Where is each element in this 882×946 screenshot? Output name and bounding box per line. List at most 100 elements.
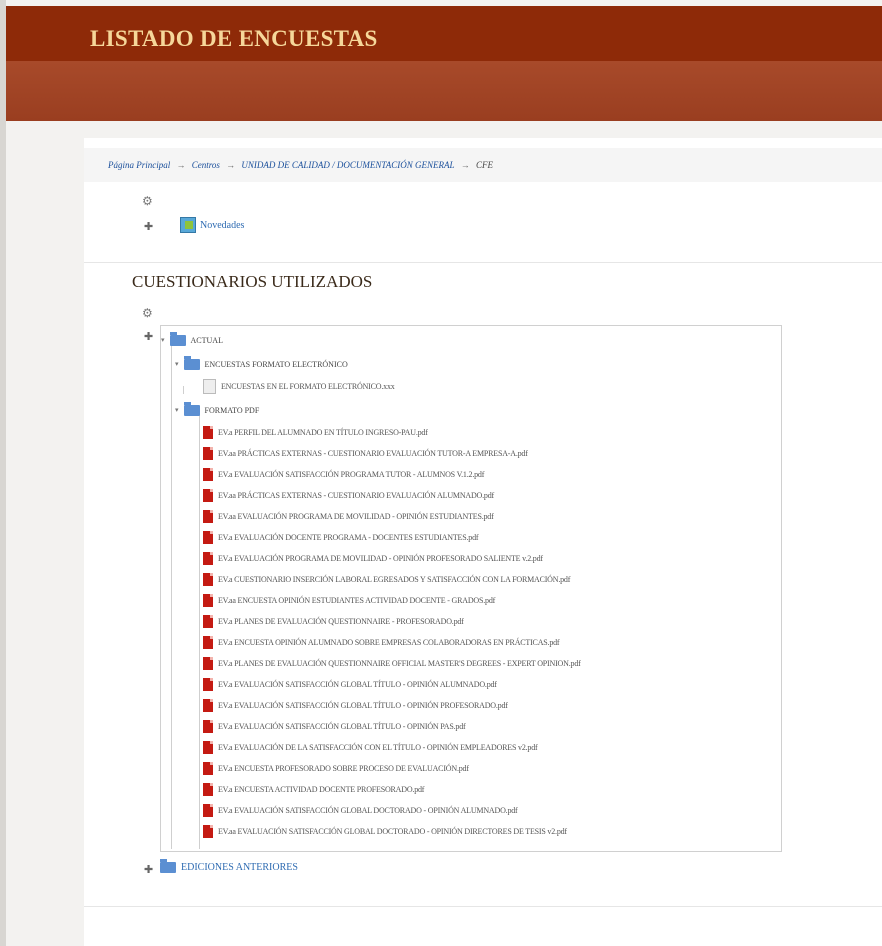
section-divider xyxy=(84,906,882,907)
tree-file[interactable]: EV.a CUESTIONARIO INSERCIÓN LABORAL EGRE… xyxy=(203,571,570,587)
file-label: EV.aa EVALUACIÓN PROGRAMA DE MOVILIDAD -… xyxy=(218,511,494,521)
page-header: LISTADO DE ENCUESTAS xyxy=(6,6,882,61)
tree-file[interactable]: EV.aa PRÁCTICAS EXTERNAS - CUESTIONARIO … xyxy=(203,487,494,503)
document-icon xyxy=(203,378,216,394)
file-label: EV.a CUESTIONARIO INSERCIÓN LABORAL EGRE… xyxy=(218,574,571,584)
tree-file[interactable]: EV.a EVALUACIÓN DOCENTE PROGRAMA - DOCEN… xyxy=(203,529,479,545)
tree-file[interactable]: EV.aa EVALUACIÓN PROGRAMA DE MOVILIDAD -… xyxy=(203,508,494,524)
breadcrumb-unidad[interactable]: UNIDAD DE CALIDAD / DOCUMENTACIÓN GENERA… xyxy=(241,160,454,170)
folder-icon xyxy=(160,859,176,873)
breadcrumb-current: CFE xyxy=(476,160,493,170)
file-label: EV.a EVALUACIÓN SATISFACCIÓN GLOBAL DOCT… xyxy=(218,805,518,815)
breadcrumb-separator: → xyxy=(226,160,236,170)
pdf-icon xyxy=(203,530,213,544)
collapse-icon[interactable]: ▾ xyxy=(161,336,165,344)
pdf-icon xyxy=(203,698,213,712)
section-divider xyxy=(84,262,882,263)
breadcrumb-separator: → xyxy=(460,160,470,170)
gear-icon[interactable]: ⚙ xyxy=(142,194,153,208)
tree-file[interactable]: EV.a EVALUACIÓN SATISFACCIÓN GLOBAL TÍTU… xyxy=(203,676,497,692)
file-label: EV.a ENCUESTA OPINIÓN ALUMNADO SOBRE EMP… xyxy=(218,637,560,647)
tree-file[interactable]: EV.a ENCUESTA ACTIVIDAD DOCENTE PROFESOR… xyxy=(203,781,424,797)
file-label: EV.aa EVALUACIÓN SATISFACCIÓN GLOBAL DOC… xyxy=(218,826,567,836)
folder-label: ENCUESTAS FORMATO ELECTRÓNICO xyxy=(204,359,348,369)
folder-label: ACTUAL xyxy=(190,335,223,345)
gear-icon[interactable]: ⚙ xyxy=(142,306,153,320)
pdf-icon xyxy=(203,467,213,481)
pdf-icon xyxy=(203,803,213,817)
tree-file[interactable]: ENCUESTAS EN EL FORMATO ELECTRÓNICO.xxx xyxy=(203,378,395,394)
tree-line xyxy=(199,414,200,849)
tree-file[interactable]: EV.a PLANES DE EVALUACIÓN QUESTIONNAIRE … xyxy=(203,613,464,629)
tree-file[interactable]: EV.a EVALUACIÓN PROGRAMA DE MOVILIDAD - … xyxy=(203,550,543,566)
pdf-icon xyxy=(203,782,213,796)
file-label: EV.a EVALUACIÓN SATISFACCIÓN GLOBAL TÍTU… xyxy=(218,721,466,731)
tree-file[interactable]: EV.a EVALUACIÓN DE LA SATISFACCIÓN CON E… xyxy=(203,739,538,755)
tree-file[interactable]: EV.aa PRÁCTICAS EXTERNAS - CUESTIONARIO … xyxy=(203,445,528,461)
file-label: EV.a EVALUACIÓN SATISFACCIÓN GLOBAL TÍTU… xyxy=(218,679,497,689)
breadcrumb-home[interactable]: Página Principal xyxy=(108,160,170,170)
folder-icon xyxy=(169,331,186,346)
collapse-icon[interactable]: ▾ xyxy=(175,360,179,368)
file-label: EV.a ENCUESTA ACTIVIDAD DOCENTE PROFESOR… xyxy=(218,784,425,794)
tree-file[interactable]: EV.a EVALUACIÓN SATISFACCIÓN GLOBAL DOCT… xyxy=(203,802,518,818)
pdf-icon xyxy=(203,488,213,502)
ediciones-anteriores-folder[interactable]: EDICIONES ANTERIORES xyxy=(160,859,298,873)
file-label: EV.aa PRÁCTICAS EXTERNAS - CUESTIONARIO … xyxy=(218,490,494,500)
pdf-icon xyxy=(203,656,213,670)
file-label: EV.a EVALUACIÓN DE LA SATISFACCIÓN CON E… xyxy=(218,742,538,752)
tree-file[interactable]: EV.a EVALUACIÓN SATISFACCIÓN GLOBAL TÍTU… xyxy=(203,697,508,713)
pdf-icon xyxy=(203,635,213,649)
tree-subfolder[interactable]: ▾ ENCUESTAS FORMATO ELECTRÓNICO xyxy=(175,355,348,372)
forum-icon xyxy=(180,217,196,233)
pdf-icon xyxy=(203,446,213,460)
pdf-icon xyxy=(203,509,213,523)
tree-root-folder[interactable]: ▾ ACTUAL xyxy=(161,331,223,348)
move-icon[interactable]: ✚ xyxy=(144,221,153,232)
tree-file[interactable]: EV.a PERFIL DEL ALUMNADO EN TÍTULO INGRE… xyxy=(203,424,428,440)
move-icon[interactable]: ✚ xyxy=(144,864,153,875)
file-label: EV.a EVALUACIÓN SATISFACCIÓN GLOBAL TÍTU… xyxy=(218,700,508,710)
pdf-icon xyxy=(203,572,213,586)
file-label: EV.a PLANES DE EVALUACIÓN QUESTIONNAIRE … xyxy=(218,658,581,668)
pdf-icon xyxy=(203,593,213,607)
breadcrumb: Página Principal → Centros → UNIDAD DE C… xyxy=(84,148,882,182)
pdf-icon xyxy=(203,677,213,691)
page-title: LISTADO DE ENCUESTAS xyxy=(90,26,378,51)
file-label: EV.aa PRÁCTICAS EXTERNAS - CUESTIONARIO … xyxy=(218,448,528,458)
move-icon[interactable]: ✚ xyxy=(144,331,153,342)
tree-file[interactable]: EV.aa ENCUESTA OPINIÓN ESTUDIANTES ACTIV… xyxy=(203,592,495,608)
tree-file[interactable]: EV.a ENCUESTA OPINIÓN ALUMNADO SOBRE EMP… xyxy=(203,634,560,650)
tree-line xyxy=(171,344,172,849)
file-label: EV.a PERFIL DEL ALUMNADO EN TÍTULO INGRE… xyxy=(218,427,428,437)
pdf-icon xyxy=(203,614,213,628)
news-label: Novedades xyxy=(200,219,245,231)
collapse-icon[interactable]: ▾ xyxy=(175,406,179,414)
tree-subfolder[interactable]: ▾ FORMATO PDF xyxy=(175,401,260,418)
tree-file[interactable]: EV.a ENCUESTA PROFESORADO SOBRE PROCESO … xyxy=(203,760,469,776)
file-label: EV.a ENCUESTA PROFESORADO SOBRE PROCESO … xyxy=(218,763,469,773)
file-label: EV.a EVALUACIÓN PROGRAMA DE MOVILIDAD - … xyxy=(218,553,543,563)
file-label: EV.a EVALUACIÓN SATISFACCIÓN PROGRAMA TU… xyxy=(218,469,485,479)
header-subbar xyxy=(6,61,882,121)
tree-file[interactable]: EV.aa EVALUACIÓN SATISFACCIÓN GLOBAL DOC… xyxy=(203,823,567,839)
news-forum-link[interactable]: Novedades xyxy=(180,216,244,234)
folder-icon xyxy=(183,401,200,416)
folder-label: FORMATO PDF xyxy=(204,405,260,415)
file-label: ENCUESTAS EN EL FORMATO ELECTRÓNICO.xxx xyxy=(221,381,395,391)
file-label: EV.a EVALUACIÓN DOCENTE PROGRAMA - DOCEN… xyxy=(218,532,479,542)
content-panel: Página Principal → Centros → UNIDAD DE C… xyxy=(84,138,882,946)
tree-line xyxy=(183,386,184,394)
breadcrumb-separator: → xyxy=(176,160,186,170)
tree-file[interactable]: EV.a PLANES DE EVALUACIÓN QUESTIONNAIRE … xyxy=(203,655,581,671)
tree-file[interactable]: EV.a EVALUACIÓN SATISFACCIÓN PROGRAMA TU… xyxy=(203,466,484,482)
pdf-icon xyxy=(203,740,213,754)
pdf-icon xyxy=(203,719,213,733)
folder-label: EDICIONES ANTERIORES xyxy=(181,862,298,873)
tree-file[interactable]: EV.a EVALUACIÓN SATISFACCIÓN GLOBAL TÍTU… xyxy=(203,718,466,734)
left-border xyxy=(0,0,6,946)
folder-icon xyxy=(183,355,200,370)
section-title: CUESTIONARIOS UTILIZADOS xyxy=(132,272,373,291)
breadcrumb-centros[interactable]: Centros xyxy=(192,160,220,170)
file-label: EV.aa ENCUESTA OPINIÓN ESTUDIANTES ACTIV… xyxy=(218,595,496,605)
